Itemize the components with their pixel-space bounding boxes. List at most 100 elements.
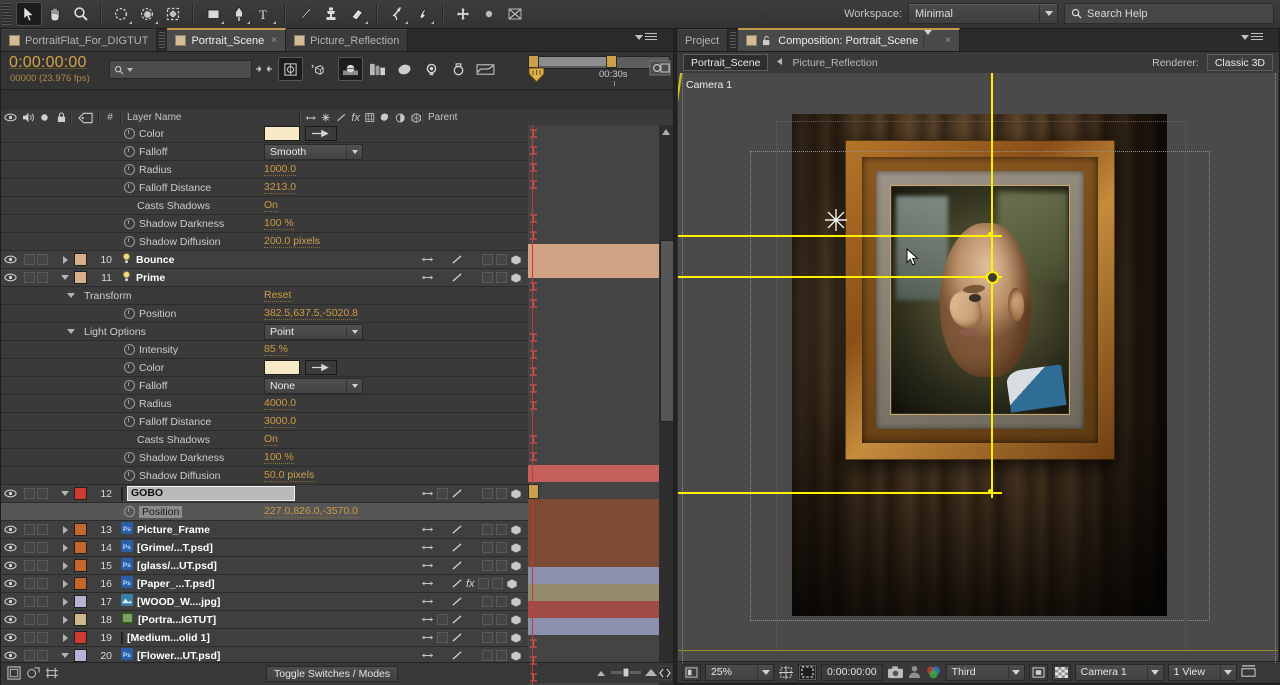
property-value[interactable]: 100 % (264, 217, 294, 230)
audio-toggle[interactable] (24, 488, 35, 499)
tab-portraitflat[interactable]: PortraitFlat_For_DIGTUT (1, 29, 158, 51)
lock-icon[interactable] (52, 112, 70, 123)
clone-stamp-tool[interactable] (318, 2, 344, 26)
frame-blend-switch[interactable] (477, 578, 489, 589)
breadcrumb-next[interactable]: Picture_Reflection (792, 57, 877, 69)
timeline-track[interactable] (528, 329, 660, 347)
keyframe-marker[interactable] (529, 282, 538, 291)
motion-blur-switch[interactable] (496, 524, 507, 535)
timeline-track[interactable] (528, 193, 660, 211)
frame-blend-switch[interactable] (482, 614, 493, 625)
frame-blend-switch[interactable] (482, 272, 493, 283)
timeline-expand-icon[interactable] (657, 665, 673, 683)
property-color-swatch[interactable] (264, 360, 300, 375)
stopwatch-toggle[interactable] (124, 398, 135, 409)
type-tool[interactable]: T (252, 2, 278, 26)
timeline-track[interactable] (528, 397, 660, 415)
shy-switch[interactable] (421, 579, 434, 588)
toolbar-grip[interactable] (2, 3, 11, 25)
light-icon[interactable] (419, 57, 444, 81)
stopwatch-toggle[interactable] (124, 182, 135, 193)
keyframe-marker[interactable] (529, 673, 538, 682)
comp-timecode-display[interactable]: 0:00:00:00 (821, 663, 883, 681)
property-value[interactable]: 1000.0 (264, 163, 297, 176)
property-value[interactable]: 3000.0 (264, 415, 297, 428)
keyframe-marker[interactable] (529, 452, 538, 461)
expand-collapse-triangle[interactable] (57, 579, 73, 588)
audio-toggle[interactable] (24, 614, 35, 625)
solo-toggle[interactable] (37, 596, 48, 607)
timeline-track[interactable] (528, 431, 660, 449)
stopwatch-toggle[interactable] (124, 506, 135, 517)
view-layout-select[interactable]: 1 View (1167, 663, 1237, 681)
always-preview-icon[interactable] (682, 663, 701, 681)
eyedropper-icon[interactable] (305, 360, 337, 375)
keyframe-marker[interactable] (529, 163, 538, 172)
pen-tool[interactable] (226, 2, 252, 26)
collapse-switch[interactable] (437, 632, 448, 643)
keyframe-marker[interactable] (529, 401, 538, 410)
blob-icon[interactable] (392, 57, 417, 81)
frame-blend-switch[interactable] (482, 542, 493, 553)
visibility-toggle[interactable] (1, 543, 20, 552)
audio-solo-toggles[interactable] (20, 650, 57, 661)
collapse-switch[interactable] (437, 488, 448, 499)
timeline-track[interactable] (528, 414, 660, 432)
stopwatch-toggle[interactable] (124, 380, 135, 391)
quality-switch[interactable] (451, 614, 463, 625)
label-color-swatch[interactable] (73, 631, 88, 644)
collapse-switch[interactable] (437, 614, 448, 625)
layer-name-cell[interactable]: GOBO (117, 486, 417, 501)
keyframe-marker[interactable] (529, 231, 538, 240)
lock-icon[interactable] (762, 35, 773, 46)
solo-toggle[interactable] (37, 272, 48, 283)
layer-name-cell[interactable]: [Portra...IGTUT] (117, 612, 417, 627)
expand-collapse-triangle[interactable] (57, 597, 73, 606)
timeline-vertical-scrollbar[interactable] (659, 125, 674, 685)
frame-blend-switch[interactable] (482, 560, 493, 571)
shy-switch[interactable] (421, 615, 434, 624)
motion-blur-switch[interactable] (496, 560, 507, 571)
shy-switch[interactable] (421, 255, 434, 264)
region-toggle-icon[interactable] (1028, 663, 1048, 681)
composition-viewport[interactable]: Camera 1 (678, 73, 1278, 663)
3d-layer-switch[interactable] (510, 524, 522, 536)
layer-name-cell[interactable]: Prime (117, 270, 417, 285)
3d-layer-switch[interactable] (510, 614, 522, 626)
timeline-track[interactable] (528, 482, 660, 500)
property-color-swatch[interactable] (264, 126, 300, 141)
chart-icon[interactable] (473, 57, 498, 81)
quality-switch[interactable] (451, 632, 463, 643)
audio-toggle[interactable] (24, 650, 35, 661)
shy-switch[interactable] (421, 597, 434, 606)
stopwatch-toggle[interactable] (124, 470, 135, 481)
orbit-camera-tool[interactable] (134, 2, 160, 26)
property-value[interactable]: Reset (264, 289, 292, 302)
property-value[interactable]: On (264, 433, 279, 446)
mask-icon[interactable] (502, 2, 528, 26)
shy-switch[interactable] (421, 561, 434, 570)
timeline-track[interactable] (528, 142, 660, 160)
layer-name-cell[interactable]: Ps [Paper_...T.psd] (117, 576, 417, 591)
keyframe-marker[interactable] (529, 129, 538, 138)
show-snapshot-icon[interactable] (908, 665, 921, 680)
3d-layer-switch[interactable] (510, 488, 522, 500)
timeline-track[interactable] (528, 312, 660, 330)
motion-blur-icon[interactable] (338, 57, 363, 81)
shy-switch[interactable] (421, 633, 434, 642)
timeline-track[interactable] (528, 584, 660, 602)
quality-switch[interactable] (451, 560, 463, 571)
audio-toggle[interactable] (24, 632, 35, 643)
layer-name-cell[interactable]: Bounce (117, 252, 417, 267)
label-color-swatch[interactable] (73, 577, 88, 590)
timeline-track[interactable] (528, 448, 660, 466)
work-area-end-handle[interactable] (606, 55, 617, 68)
solo-toggle[interactable] (37, 614, 48, 625)
label-color-swatch[interactable] (73, 487, 88, 500)
frame-blend-switch[interactable] (482, 488, 493, 499)
timeline-track[interactable] (528, 295, 660, 313)
timeline-track[interactable] (528, 618, 660, 636)
motion-blur-switch[interactable] (496, 542, 507, 553)
label-color-swatch[interactable] (73, 523, 88, 536)
grid-guides-button[interactable] (778, 665, 794, 680)
